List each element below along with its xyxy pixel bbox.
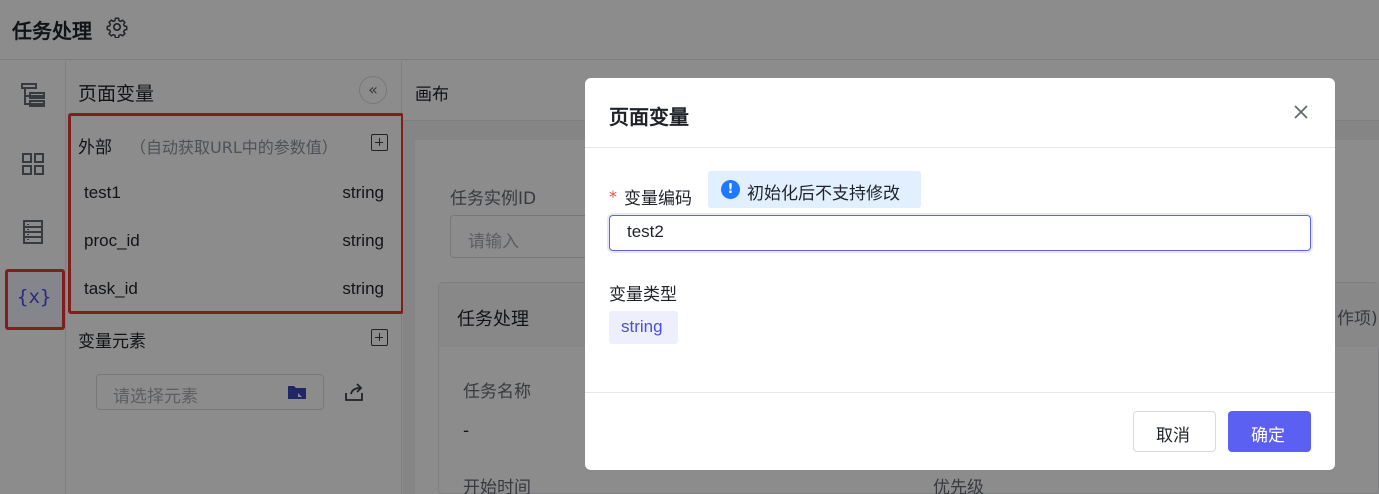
divider [585, 392, 1335, 393]
notice-text: 初始化后不支持修改 [747, 184, 900, 204]
divider [585, 147, 1335, 148]
info-icon: ! [721, 180, 740, 199]
variable-dialog [585, 78, 1335, 470]
dialog-title: 页面变量 [609, 105, 689, 129]
required-mark: * [609, 187, 617, 206]
variable-code-input[interactable] [609, 215, 1311, 251]
variable-code-value: test2 [627, 222, 664, 241]
variable-type-value: string [621, 317, 663, 336]
variable-code-label: 变量编码 [624, 189, 692, 209]
close-icon[interactable] [1289, 100, 1313, 124]
confirm-button-label: 确定 [1251, 426, 1285, 446]
cancel-button-label: 取消 [1156, 426, 1190, 446]
variable-type-label: 变量类型 [609, 285, 677, 305]
